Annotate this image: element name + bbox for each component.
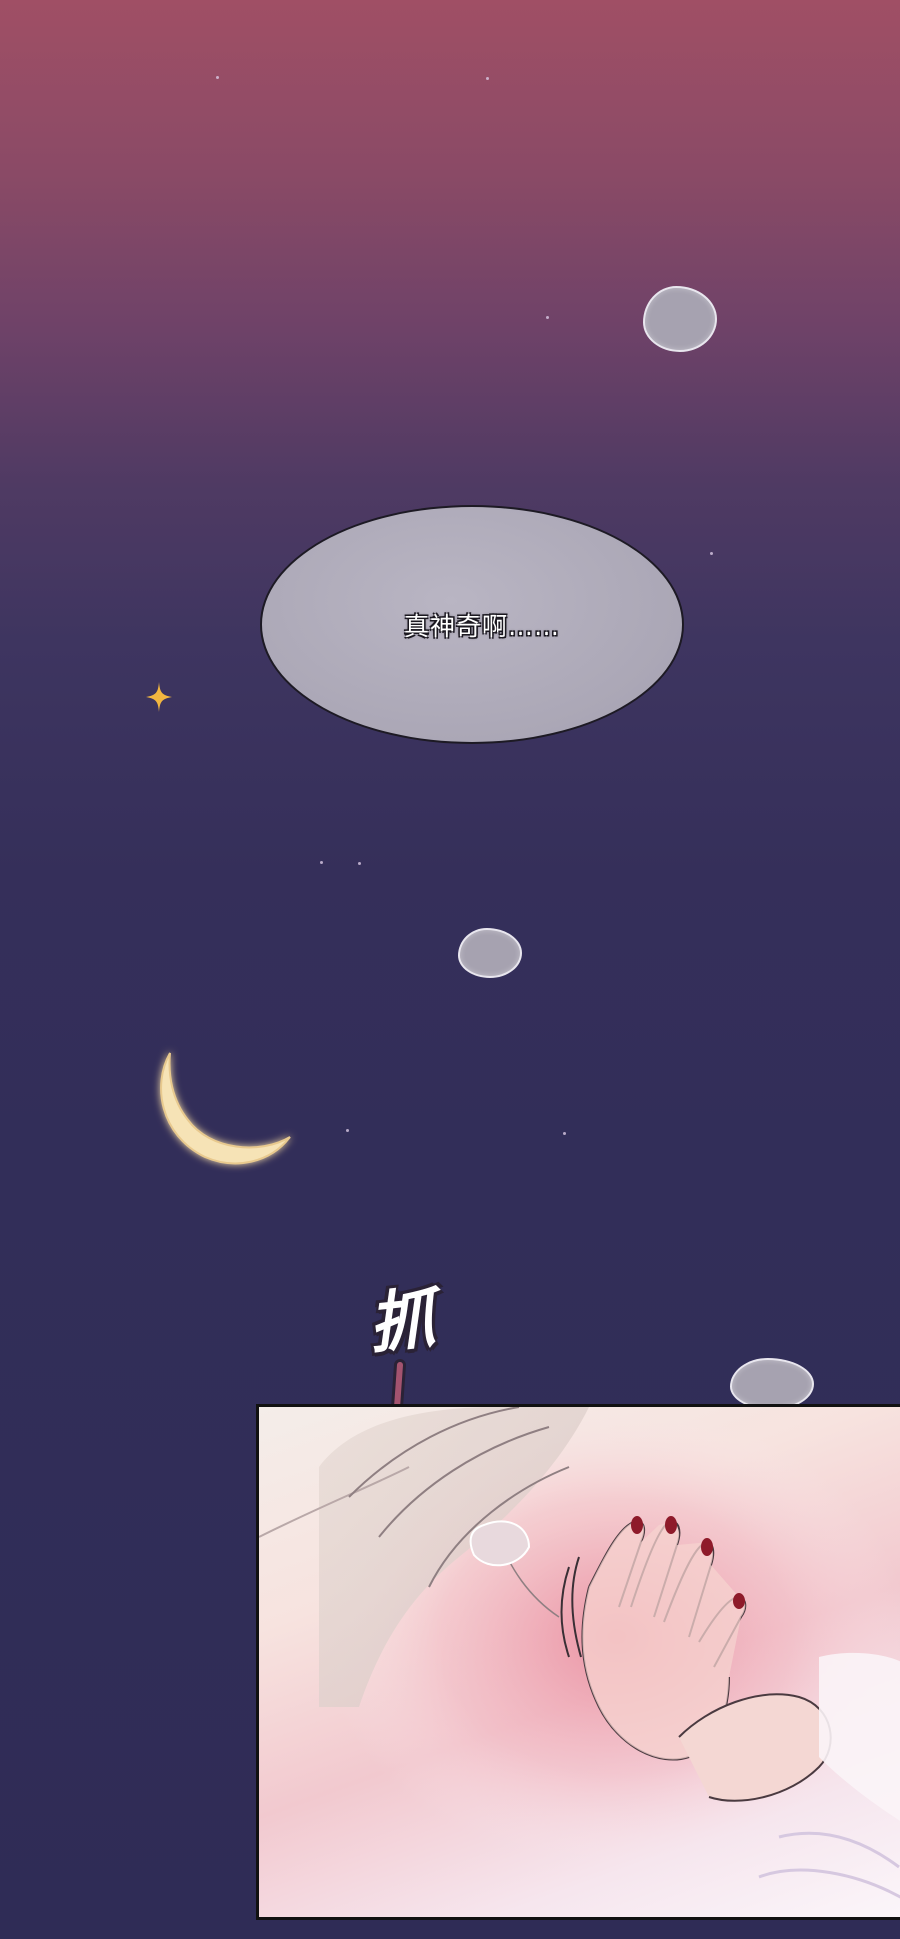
speech-bubble: 真神奇啊…… [260,505,684,744]
cloud-icon [458,928,522,978]
crescent-moon-icon [160,1052,291,1165]
star [216,76,219,79]
speech-bubble-text: 真神奇啊…… [403,611,560,641]
star [320,861,323,864]
star [358,862,361,865]
star [486,77,489,80]
illustration-panel [256,1404,900,1920]
star [563,1132,566,1135]
star [546,316,549,319]
four-point-star-icon [146,682,172,712]
hand-on-face-illustration [259,1407,900,1917]
cloud-icon [730,1358,814,1410]
star [710,552,713,555]
cloud-icon [643,286,717,352]
star [346,1129,349,1132]
sound-effect-text: 抓 [364,1279,439,1364]
